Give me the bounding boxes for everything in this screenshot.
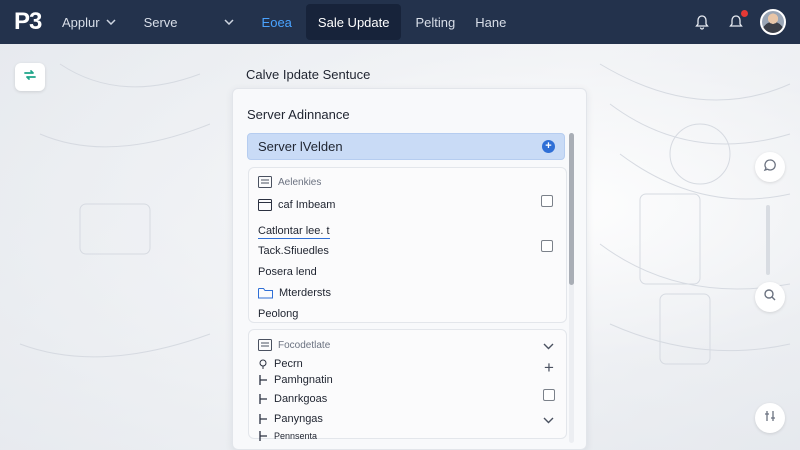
chevron-down-icon[interactable] <box>543 338 554 352</box>
list-icon <box>258 339 272 351</box>
selected-item-server[interactable]: Server lVelden + <box>247 133 565 160</box>
list-item[interactable]: caf Imbeam <box>258 199 335 211</box>
topbar-actions <box>692 9 800 35</box>
bell-icon[interactable] <box>692 12 712 32</box>
nav-item-label: Sale Update <box>317 14 390 30</box>
nav-item-pelting[interactable]: Pelting <box>405 0 465 44</box>
list-group-1: Aelenkies caf Imbeam Catlontar lee. t Ta… <box>248 167 567 323</box>
list-item[interactable]: Tack.Sfiuedles <box>258 245 329 257</box>
nav-item-eoea[interactable]: Eoea <box>252 0 302 44</box>
add-icon[interactable]: + <box>542 140 555 153</box>
list-item[interactable]: Mterdersts <box>258 287 331 299</box>
window-icon <box>258 199 272 211</box>
pin-icon <box>258 359 268 369</box>
branch-icon <box>258 414 268 424</box>
checkbox[interactable] <box>541 195 553 207</box>
list-item[interactable]: Danrkgoas <box>258 393 327 405</box>
notification-badge <box>741 10 748 17</box>
checkbox[interactable] <box>541 240 553 252</box>
nav-item-label: Pelting <box>415 14 456 30</box>
list-item[interactable]: Panyngas <box>258 413 323 425</box>
chevron-down-icon <box>224 17 234 28</box>
scrollbar-thumb[interactable] <box>569 133 574 285</box>
avatar[interactable] <box>760 9 786 35</box>
list-icon <box>258 176 272 188</box>
list-group-2: Focodetlate Pecrn + Pamhgnatin Danrkgoas <box>248 329 567 441</box>
list-item[interactable]: Catlontar lee. t <box>258 225 330 239</box>
group-header: Aelenkies <box>258 176 321 188</box>
chevron-down-icon[interactable] <box>543 412 554 426</box>
page-title: Calve Ipdate Sentuce <box>246 67 371 82</box>
nav-item-hane[interactable]: Hane <box>465 0 516 44</box>
branch-icon <box>258 375 268 385</box>
add-icon[interactable]: + <box>544 359 554 376</box>
list-item[interactable]: Pamhgnatin <box>258 374 333 386</box>
rail-slider-track[interactable] <box>766 205 770 275</box>
nav-item-applur[interactable]: Applur <box>52 0 126 44</box>
selected-item-label: Server lVelden <box>258 139 343 154</box>
nav-item-label: Serve <box>143 14 178 30</box>
branch-icon <box>258 431 268 441</box>
notification-icon[interactable] <box>726 10 748 32</box>
sync-button[interactable] <box>15 63 45 91</box>
server-panel: Server Adinnance Server lVelden + Aelenk… <box>232 88 587 450</box>
list-item[interactable]: Posera lend <box>258 266 317 278</box>
list-item[interactable]: Pecrn <box>258 358 303 370</box>
top-navigation-bar: P3 Applur Serve Eoea Sale Update Pelting… <box>0 0 800 44</box>
group-header: Focodetlate <box>258 339 330 351</box>
folder-icon <box>258 287 273 299</box>
branch-icon <box>258 394 268 404</box>
nav-item-label: Hane <box>475 14 507 30</box>
checkbox[interactable] <box>543 389 555 401</box>
search-button[interactable] <box>755 282 785 312</box>
panel-title: Server Adinnance <box>247 107 350 122</box>
app-logo[interactable]: P3 <box>14 8 52 36</box>
chat-button[interactable] <box>755 152 785 182</box>
search-icon <box>763 288 777 307</box>
grid-button[interactable] <box>755 403 785 433</box>
list-item[interactable]: Pennsenta <box>258 431 317 441</box>
chevron-down-icon <box>106 17 116 28</box>
nav-item-sale-update[interactable]: Sale Update <box>305 4 402 40</box>
chat-icon <box>763 158 777 177</box>
grid-icon <box>763 409 777 428</box>
list-item[interactable]: Peolong <box>258 308 298 320</box>
nav-item-label: Applur <box>62 14 100 30</box>
nav-item-label: Eoea <box>261 14 292 30</box>
nav-item-serve[interactable]: Serve <box>134 0 244 44</box>
sync-icon <box>22 67 38 88</box>
